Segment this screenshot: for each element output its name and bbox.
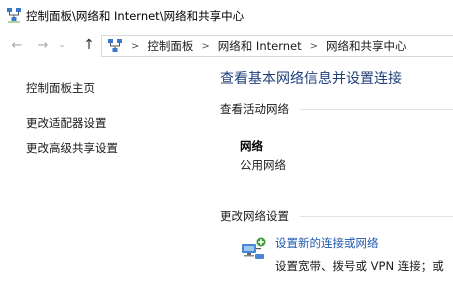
network-setup-icon[interactable] — [240, 235, 266, 261]
breadcrumb-network-internet[interactable]: 网络和 Internet — [218, 38, 302, 54]
section-divider — [300, 109, 453, 110]
arrow-left-icon: ← — [11, 37, 23, 53]
sidebar-item-change-advanced-sharing[interactable]: 更改高级共享设置 — [26, 140, 118, 156]
network-type: 公用网络 — [240, 158, 286, 172]
forward-button[interactable]: → — [34, 35, 52, 55]
breadcrumb-network-sharing-center[interactable]: 网络和共享中心 — [326, 38, 407, 54]
section-divider — [300, 216, 453, 217]
navigation-bar: ← → ⌄ ↑ > 控制面板 > 网络和 Internet > 网络和共享中心 — [0, 31, 453, 59]
arrow-right-icon: → — [37, 37, 49, 53]
arrow-up-icon: ↑ — [83, 37, 95, 53]
recent-locations-button[interactable]: ⌄ — [56, 35, 68, 55]
active-networks-title: 查看活动网络 — [220, 102, 289, 116]
breadcrumb-separator[interactable]: > — [201, 41, 209, 52]
sidebar-item-control-panel-home[interactable]: 控制面板主页 — [26, 80, 95, 96]
address-bar[interactable]: > 控制面板 > 网络和 Internet > 网络和共享中心 — [101, 35, 453, 57]
control-panel-icon — [108, 39, 122, 52]
window-titlebar: 控制面板\网络和 Internet\网络和共享中心 — [0, 0, 453, 30]
setup-new-connection-link[interactable]: 设置新的连接或网络 — [275, 235, 379, 251]
setup-new-connection-description: 设置宽带、拨号或 VPN 连接；或 — [275, 259, 444, 273]
sidebar: 控制面板主页 更改适配器设置 更改高级共享设置 — [0, 60, 210, 291]
back-button[interactable]: ← — [8, 35, 26, 55]
up-button[interactable]: ↑ — [80, 35, 98, 55]
main-content: 查看基本网络信息并设置连接 查看活动网络 网络 公用网络 更改网络设置 设置新的… — [220, 60, 453, 291]
page-title: 查看基本网络信息并设置连接 — [220, 71, 402, 87]
sidebar-item-change-adapter-settings[interactable]: 更改适配器设置 — [26, 115, 107, 131]
breadcrumb-control-panel[interactable]: 控制面板 — [147, 38, 193, 54]
breadcrumb-separator[interactable]: > — [310, 41, 318, 52]
network-name: 网络 — [240, 139, 263, 153]
window-title: 控制面板\网络和 Internet\网络和共享中心 — [26, 9, 245, 23]
chevron-down-icon: ⌄ — [58, 40, 66, 50]
network-share-center-icon — [7, 8, 21, 23]
change-settings-title: 更改网络设置 — [220, 209, 289, 223]
breadcrumb-separator: > — [131, 40, 140, 52]
